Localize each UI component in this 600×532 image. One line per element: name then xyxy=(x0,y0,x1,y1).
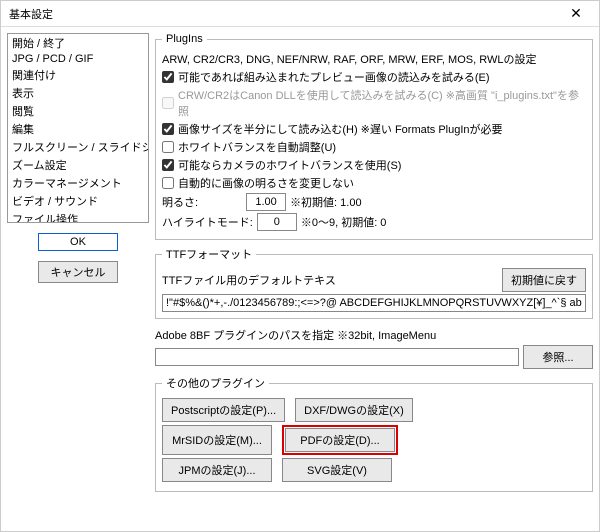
adobe-path-input[interactable] xyxy=(155,348,519,366)
ttf-label: TTFファイル用のデフォルトテキス xyxy=(162,272,336,288)
sidebar-item[interactable]: 編集 xyxy=(8,120,148,138)
sidebar-item[interactable]: ズーム設定 xyxy=(8,156,148,174)
ok-button[interactable]: OK xyxy=(38,233,118,251)
chk-auto-wb-label: ホワイトバランスを自動調整(U) xyxy=(178,139,336,155)
chk-preview[interactable] xyxy=(162,71,174,83)
chk-no-auto-bright[interactable] xyxy=(162,177,174,189)
sidebar-item[interactable]: 開始 / 終了 xyxy=(8,34,148,52)
ttf-group: TTFフォーマット TTFファイル用のデフォルトテキス 初期値に戻す xyxy=(155,246,593,319)
brightness-input[interactable] xyxy=(246,193,286,211)
chk-halfsize[interactable] xyxy=(162,123,174,135)
sidebar-item[interactable]: ファイル操作 xyxy=(8,210,148,223)
sidebar-item[interactable]: JPG / PCD / GIF xyxy=(8,52,148,66)
mrsid-button[interactable]: MrSIDの設定(M)... xyxy=(162,425,272,455)
formats-line: ARW, CR2/CR3, DNG, NEF/NRW, RAF, ORF, MR… xyxy=(162,51,586,67)
sidebar-item[interactable]: ビデオ / サウンド xyxy=(8,192,148,210)
dxf-button[interactable]: DXF/DWGの設定(X) xyxy=(295,398,413,422)
adobe-label: Adobe 8BF プラグインのパスを指定 ※32bit, ImageMenu xyxy=(155,327,593,343)
other-plugins-group: その他のプラグイン Postscriptの設定(P)... DXF/DWGの設定… xyxy=(155,375,593,492)
chk-camera-wb-label: 可能ならカメラのホワイトバランスを使用(S) xyxy=(178,157,401,173)
plugins-group: PlugIns ARW, CR2/CR3, DNG, NEF/NRW, RAF,… xyxy=(155,33,593,240)
highlight-label: ハイライトモード: xyxy=(162,214,253,230)
brightness-label: 明るさ: xyxy=(162,194,198,210)
brightness-hint: ※初期値: 1.00 xyxy=(290,194,362,210)
ttf-input[interactable] xyxy=(162,294,586,312)
sidebar-item[interactable]: 閲覧 xyxy=(8,102,148,120)
sidebar-item[interactable]: 関連付け xyxy=(8,66,148,84)
sidebar-item[interactable]: フルスクリーン / スライドショ xyxy=(8,138,148,156)
browse-button[interactable]: 参照... xyxy=(523,345,593,369)
ttf-legend: TTFフォーマット xyxy=(162,246,256,262)
close-icon[interactable]: ✕ xyxy=(561,4,591,24)
chk-camera-wb[interactable] xyxy=(162,159,174,171)
window-title: 基本設定 xyxy=(9,6,53,22)
other-legend: その他のプラグイン xyxy=(162,375,269,391)
ttf-reset-button[interactable]: 初期値に戻す xyxy=(502,268,586,292)
sidebar-item[interactable]: 表示 xyxy=(8,84,148,102)
chk-auto-wb[interactable] xyxy=(162,141,174,153)
pdf-button[interactable]: PDFの設定(D)... xyxy=(285,428,395,452)
jpm-button[interactable]: JPMの設定(J)... xyxy=(162,458,272,482)
chk-canon-dll-label: CRW/CR2はCanon DLLを使用して読込みを試みる(C) ※高画質 "i… xyxy=(178,87,586,119)
cancel-button[interactable]: キャンセル xyxy=(38,261,118,283)
highlight-hint: ※0～9, 初期値: 0 xyxy=(301,214,387,230)
sidebar-item[interactable]: カラーマネージメント xyxy=(8,174,148,192)
svg-button[interactable]: SVG設定(V) xyxy=(282,458,392,482)
plugins-legend: PlugIns xyxy=(162,33,207,45)
postscript-button[interactable]: Postscriptの設定(P)... xyxy=(162,398,285,422)
chk-no-auto-bright-label: 自動的に画像の明るさを変更しない xyxy=(178,175,354,191)
category-list[interactable]: 開始 / 終了JPG / PCD / GIF関連付け表示閲覧編集フルスクリーン … xyxy=(7,33,149,223)
chk-halfsize-label: 画像サイズを半分にして読み込む(H) ※遅い Formats PlugInが必要 xyxy=(178,121,503,137)
chk-preview-label: 可能であれば組み込まれたプレビュー画像の読込みを試みる(E) xyxy=(178,69,490,85)
highlight-input[interactable] xyxy=(257,213,297,231)
chk-canon-dll xyxy=(162,97,174,109)
